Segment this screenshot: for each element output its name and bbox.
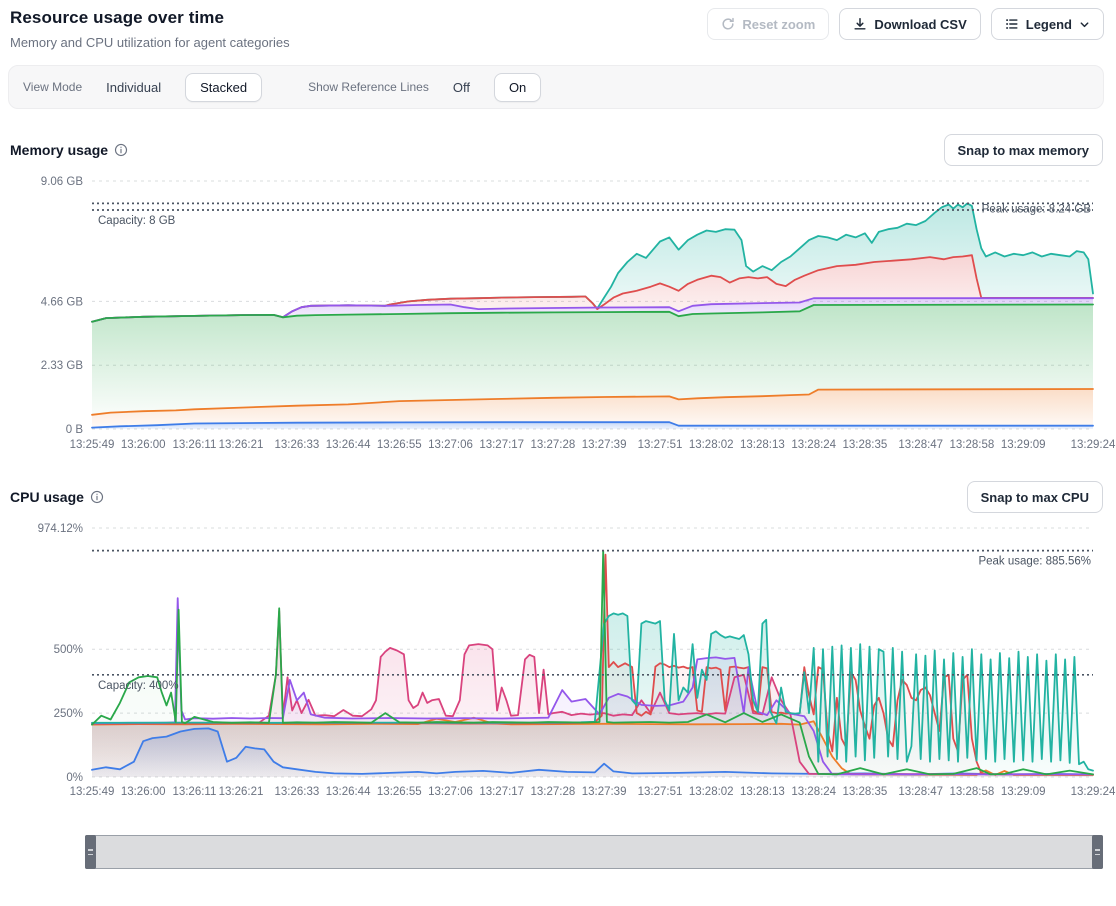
brush-handle-right[interactable] — [1092, 835, 1103, 869]
memory-chart-svg[interactable]: 9.06 GB 4.66 GB 2.33 GB 0 B 13:25:49 13:26:00… — [0, 168, 1116, 454]
svg-text:13:27:06: 13:27:06 — [428, 786, 473, 798]
memory-heading: Memory usage — [10, 142, 108, 158]
brush-handle-left[interactable] — [85, 835, 96, 869]
svg-text:13:28:47: 13:28:47 — [898, 786, 943, 798]
show-reference-lines-label: Show Reference Lines — [308, 80, 429, 94]
svg-text:13:26:00: 13:26:00 — [121, 439, 166, 451]
info-icon[interactable] — [90, 490, 104, 504]
svg-text:13:26:55: 13:26:55 — [377, 439, 422, 451]
download-icon — [853, 17, 867, 31]
svg-text:13:28:47: 13:28:47 — [898, 439, 943, 451]
svg-text:13:26:33: 13:26:33 — [275, 439, 320, 451]
svg-text:13:27:28: 13:27:28 — [531, 786, 576, 798]
cpu-section-title: CPU usage — [10, 489, 104, 505]
reference-lines-off-option[interactable]: Off — [443, 74, 480, 101]
memory-section-title: Memory usage — [10, 142, 128, 158]
snap-to-max-memory-button[interactable]: Snap to max memory — [944, 134, 1104, 166]
svg-text:13:27:06: 13:27:06 — [428, 439, 473, 451]
svg-text:9.06 GB: 9.06 GB — [41, 176, 84, 188]
svg-text:13:28:13: 13:28:13 — [740, 439, 785, 451]
svg-text:13:26:11: 13:26:11 — [172, 786, 216, 798]
svg-text:Peak usage: 885.56%: Peak usage: 885.56% — [978, 556, 1091, 568]
svg-text:13:28:24: 13:28:24 — [791, 786, 836, 798]
svg-text:0%: 0% — [66, 772, 83, 784]
svg-text:13:27:39: 13:27:39 — [582, 786, 627, 798]
reference-lines-on-option[interactable]: On — [494, 73, 541, 102]
svg-text:13:28:13: 13:28:13 — [740, 786, 785, 798]
legend-label: Legend — [1026, 17, 1072, 32]
svg-text:13:26:21: 13:26:21 — [219, 786, 264, 798]
cpu-chart-svg[interactable]: 974.12% 500% 250% 0% 13:25:49 13:26:00 13:26:1… — [0, 515, 1116, 801]
time-range-brush — [85, 835, 1103, 869]
svg-text:13:26:21: 13:26:21 — [219, 439, 264, 451]
svg-text:13:27:51: 13:27:51 — [638, 786, 683, 798]
svg-text:974.12%: 974.12% — [38, 523, 83, 535]
svg-text:2.33 GB: 2.33 GB — [41, 360, 84, 372]
info-icon[interactable] — [114, 143, 128, 157]
snap-to-max-cpu-button[interactable]: Snap to max CPU — [967, 481, 1103, 513]
svg-text:13:27:17: 13:27:17 — [479, 786, 524, 798]
cpu-heading: CPU usage — [10, 489, 84, 505]
list-icon — [1005, 17, 1019, 31]
svg-text:250%: 250% — [54, 708, 83, 720]
svg-text:13:29:24: 13:29:24 — [1071, 439, 1116, 451]
legend-button[interactable]: Legend — [991, 8, 1104, 40]
view-mode-individual-option[interactable]: Individual — [96, 74, 171, 101]
download-csv-button[interactable]: Download CSV — [839, 8, 980, 40]
svg-text:13:25:49: 13:25:49 — [70, 786, 115, 798]
svg-text:Capacity: 8 GB: Capacity: 8 GB — [98, 215, 176, 227]
svg-text:13:29:09: 13:29:09 — [1001, 439, 1046, 451]
memory-section-header: Memory usage Snap to max memory — [0, 134, 1116, 166]
reset-zoom-button[interactable]: Reset zoom — [707, 8, 829, 40]
header-titles: Resource usage over time Memory and CPU … — [10, 8, 290, 50]
page-title: Resource usage over time — [10, 8, 290, 28]
svg-text:13:29:09: 13:29:09 — [1001, 786, 1046, 798]
svg-text:13:28:58: 13:28:58 — [950, 439, 995, 451]
reset-zoom-label: Reset zoom — [742, 17, 815, 32]
svg-text:13:28:02: 13:28:02 — [689, 786, 734, 798]
page-subtitle: Memory and CPU utilization for agent cat… — [10, 35, 290, 50]
svg-text:Peak usage: 8.24 GB: Peak usage: 8.24 GB — [982, 203, 1092, 215]
controls-bar: View Mode Individual Stacked Show Refere… — [8, 65, 1104, 109]
svg-text:13:27:51: 13:27:51 — [638, 439, 683, 451]
svg-text:13:28:35: 13:28:35 — [843, 439, 888, 451]
svg-text:13:26:00: 13:26:00 — [121, 786, 166, 798]
view-mode-stacked-option[interactable]: Stacked — [185, 73, 262, 102]
svg-text:13:26:11: 13:26:11 — [172, 439, 216, 451]
svg-text:4.66 GB: 4.66 GB — [41, 296, 84, 308]
svg-text:13:27:17: 13:27:17 — [479, 439, 524, 451]
svg-text:13:26:44: 13:26:44 — [326, 439, 371, 451]
svg-text:Capacity: 400%: Capacity: 400% — [98, 680, 179, 692]
chevron-down-icon — [1079, 19, 1090, 30]
svg-text:13:27:28: 13:27:28 — [531, 439, 576, 451]
svg-text:13:28:24: 13:28:24 — [791, 439, 836, 451]
svg-text:0 B: 0 B — [66, 424, 84, 436]
svg-text:500%: 500% — [54, 644, 83, 656]
svg-text:13:27:39: 13:27:39 — [582, 439, 627, 451]
brush-track[interactable] — [85, 835, 1103, 869]
page-header: Resource usage over time Memory and CPU … — [0, 0, 1116, 50]
view-mode-label: View Mode — [23, 80, 82, 94]
svg-text:13:28:02: 13:28:02 — [689, 439, 734, 451]
refresh-icon — [721, 17, 735, 31]
svg-text:13:29:24: 13:29:24 — [1071, 786, 1116, 798]
svg-text:13:28:58: 13:28:58 — [950, 786, 995, 798]
svg-text:13:25:49: 13:25:49 — [70, 439, 115, 451]
download-csv-label: Download CSV — [874, 17, 966, 32]
cpu-section-header: CPU usage Snap to max CPU — [0, 481, 1116, 513]
svg-text:13:28:35: 13:28:35 — [843, 786, 888, 798]
svg-text:13:26:33: 13:26:33 — [275, 786, 320, 798]
header-actions: Reset zoom Download CSV Legend — [707, 8, 1104, 40]
svg-text:13:26:44: 13:26:44 — [326, 786, 371, 798]
svg-text:13:26:55: 13:26:55 — [377, 786, 422, 798]
